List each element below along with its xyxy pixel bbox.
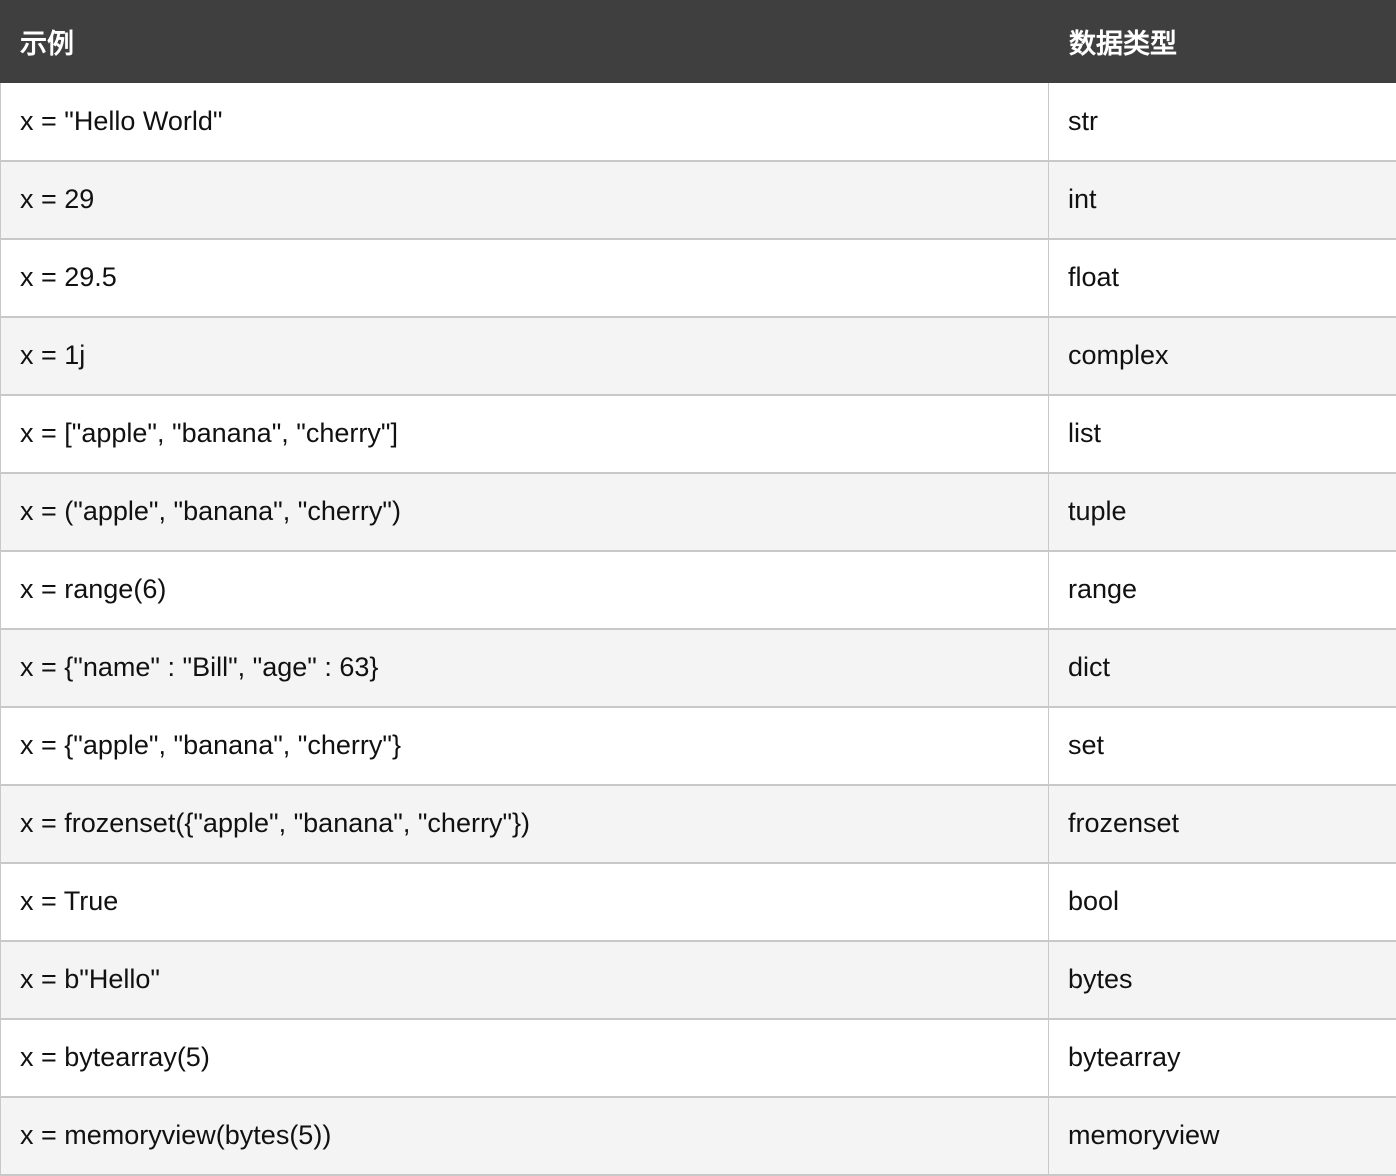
table-header: 示例 数据类型	[1, 1, 1396, 83]
example-cell: x = {"name" : "Bill", "age" : 63}	[1, 629, 1049, 707]
table-row: x = memoryview(bytes(5)) memoryview	[1, 1097, 1396, 1175]
type-cell: complex	[1049, 317, 1396, 395]
type-cell: bool	[1049, 863, 1396, 941]
table-row: x = {"name" : "Bill", "age" : 63} dict	[1, 629, 1396, 707]
example-cell: x = range(6)	[1, 551, 1049, 629]
example-cell: x = memoryview(bytes(5))	[1, 1097, 1049, 1175]
table-row: x = {"apple", "banana", "cherry"} set	[1, 707, 1396, 785]
type-cell: float	[1049, 239, 1396, 317]
table-row: x = 29 int	[1, 161, 1396, 239]
table-row: x = bytearray(5) bytearray	[1, 1019, 1396, 1097]
type-cell: dict	[1049, 629, 1396, 707]
example-cell: x = bytearray(5)	[1, 1019, 1049, 1097]
header-data-type: 数据类型	[1049, 1, 1396, 83]
type-cell: tuple	[1049, 473, 1396, 551]
example-cell: x = b"Hello"	[1, 941, 1049, 1019]
table-body: x = "Hello World" str x = 29 int x = 29.…	[1, 83, 1396, 1175]
type-cell: frozenset	[1049, 785, 1396, 863]
type-cell: bytes	[1049, 941, 1396, 1019]
header-example: 示例	[1, 1, 1049, 83]
example-cell: x = "Hello World"	[1, 83, 1049, 161]
table-row: x = b"Hello" bytes	[1, 941, 1396, 1019]
table-row: x = frozenset({"apple", "banana", "cherr…	[1, 785, 1396, 863]
example-cell: x = True	[1, 863, 1049, 941]
type-cell: range	[1049, 551, 1396, 629]
table-row: x = 1j complex	[1, 317, 1396, 395]
type-cell: set	[1049, 707, 1396, 785]
table-row: x = 29.5 float	[1, 239, 1396, 317]
type-cell: int	[1049, 161, 1396, 239]
table-row: x = "Hello World" str	[1, 83, 1396, 161]
type-cell: str	[1049, 83, 1396, 161]
type-cell: list	[1049, 395, 1396, 473]
example-cell: x = ["apple", "banana", "cherry"]	[1, 395, 1049, 473]
example-cell: x = ("apple", "banana", "cherry")	[1, 473, 1049, 551]
data-types-table: 示例 数据类型 x = "Hello World" str x = 29 int…	[0, 0, 1396, 1176]
example-cell: x = {"apple", "banana", "cherry"}	[1, 707, 1049, 785]
example-cell: x = frozenset({"apple", "banana", "cherr…	[1, 785, 1049, 863]
table-row: x = True bool	[1, 863, 1396, 941]
table-row: x = ("apple", "banana", "cherry") tuple	[1, 473, 1396, 551]
header-row: 示例 数据类型	[1, 1, 1396, 83]
example-cell: x = 29	[1, 161, 1049, 239]
example-cell: x = 29.5	[1, 239, 1049, 317]
example-cell: x = 1j	[1, 317, 1049, 395]
table-row: x = range(6) range	[1, 551, 1396, 629]
type-cell: memoryview	[1049, 1097, 1396, 1175]
type-cell: bytearray	[1049, 1019, 1396, 1097]
table-row: x = ["apple", "banana", "cherry"] list	[1, 395, 1396, 473]
